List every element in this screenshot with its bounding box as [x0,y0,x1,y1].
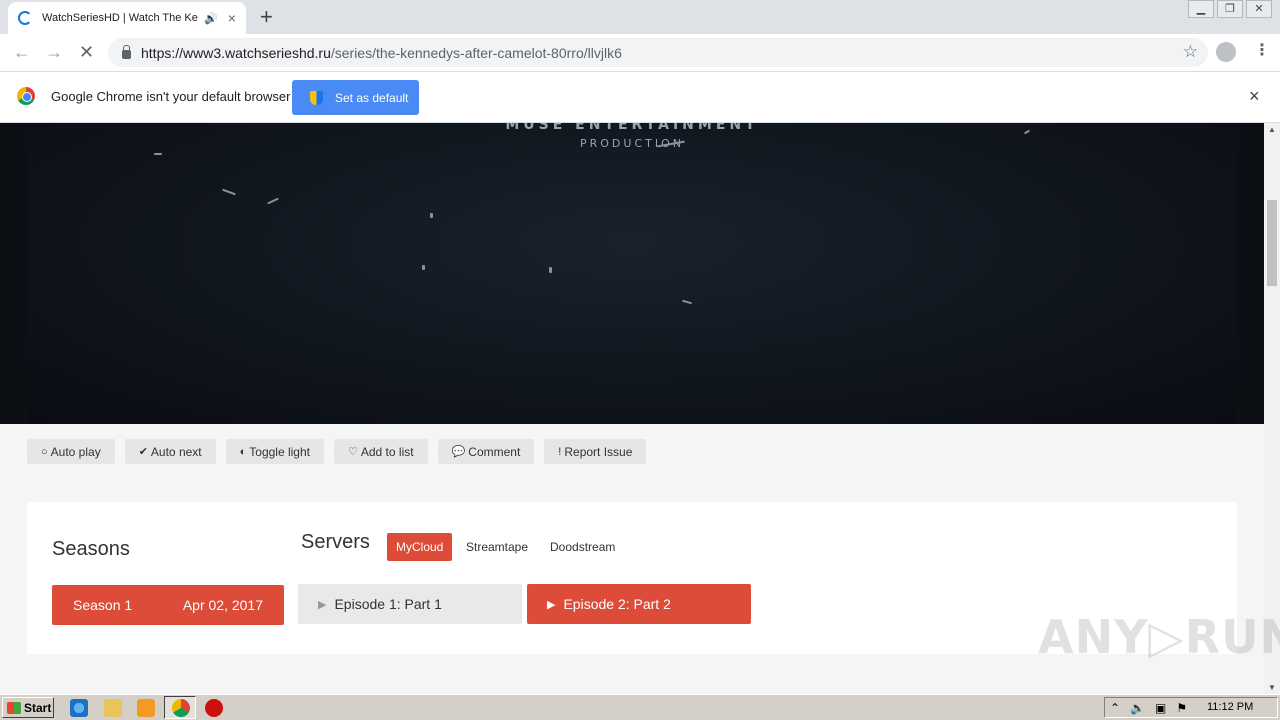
report-issue-label: Report Issue [564,444,633,459]
player-controls: ○ Auto play ✔ Auto next ◐ Toggle light ♡ Add… [27,439,656,464]
default-browser-infobar: Google Chrome isn't your default browser… [0,72,1280,123]
auto-play-button[interactable]: ○ Auto play [27,439,115,464]
back-icon[interactable]: ← [13,42,31,63]
comment-icon: 💬 [451,446,466,458]
start-button[interactable]: Start [2,697,54,718]
video-frame[interactable]: MUSE ENTERTAINMENT PRODUCTION [27,123,1237,424]
video-speck [154,153,162,155]
video-speck [222,188,236,196]
windows-logo-icon [7,701,21,714]
scroll-up-icon[interactable]: ▲ [1268,125,1276,134]
exclamation-circle-icon: ! [558,445,562,458]
speaker-icon[interactable]: 🔊 [204,12,218,25]
stop-sign-icon[interactable] [205,699,223,717]
volume-icon[interactable]: 🔈 [1130,701,1145,715]
internet-explorer-icon[interactable] [70,699,88,717]
video-speck [267,197,279,205]
tray-expand-icon[interactable]: ⌃ [1110,701,1120,715]
report-issue-button[interactable]: ! Report Issue [544,439,647,464]
video-speck [430,213,433,218]
half-circle-icon: ◐ [239,445,247,458]
media-player-icon[interactable] [137,699,155,717]
episode-1-button[interactable]: ▶ Episode 1: Part 1 [298,584,522,624]
server-mycloud[interactable]: MyCloud [387,533,453,561]
address-bar[interactable]: https://www3.watchserieshd.ru/series/the… [108,38,1208,67]
season-label: Season 1 [73,597,133,613]
video-speck [422,265,425,270]
episode-2-label: Episode 2: Part 2 [563,596,671,612]
minimize-button[interactable]: ▁ [1188,0,1214,18]
restore-button[interactable]: ❐ [1217,0,1243,18]
system-tray: ⌃ 🔈 ▣ ⚑ 11:12 PM [1104,697,1278,718]
season-1-button[interactable]: Season 1 Apr 02, 2017 [52,585,284,625]
set-as-default-label: Set as default [335,90,409,105]
video-speck [549,267,552,273]
lock-icon[interactable] [122,44,131,59]
auto-play-label: Auto play [50,444,101,459]
seasons-title: Seasons [52,538,130,560]
bookmark-star-icon[interactable]: ☆ [1183,42,1198,62]
auto-next-label: Auto next [150,444,202,459]
comment-button[interactable]: 💬 Comment [437,439,535,464]
flag-icon[interactable]: ⚑ [1176,701,1187,715]
anyrun-watermark: ANY▷RUN [1038,610,1280,664]
toggle-light-button[interactable]: ◐ Toggle light [225,439,324,464]
scroll-down-icon[interactable]: ▼ [1268,683,1276,692]
heart-icon: ♡ [348,446,358,458]
video-logo-line1: MUSE ENTERTAINMENT [505,123,759,133]
scroll-thumb[interactable] [1267,200,1277,286]
comment-label: Comment [468,444,521,459]
window-controls: ▁ ❐ ✕ [1185,0,1272,18]
profile-avatar-icon[interactable] [1216,42,1236,62]
video-player[interactable]: MUSE ENTERTAINMENT PRODUCTION [0,123,1264,424]
tab-strip: WatchSeriesHD | Watch The Ke 🔊 × + ▁ ❐ ✕ [0,0,1280,34]
browser-tab[interactable]: WatchSeriesHD | Watch The Ke 🔊 × [8,2,246,34]
url-host: https://www3.watchserieshd.ru [141,44,331,61]
chrome-logo-icon [17,87,35,105]
stop-loading-icon[interactable]: ✕ [79,42,94,63]
circle-icon: ○ [41,445,48,458]
start-label: Start [24,700,52,715]
server-streamtape[interactable]: Streamtape [457,533,537,561]
new-tab-button[interactable]: + [260,4,273,30]
infobar-message: Google Chrome isn't your default browser [51,89,291,104]
page-content: MUSE ENTERTAINMENT PRODUCTION ○ Auto play… [0,123,1264,694]
season-date: Apr 02, 2017 [182,597,263,613]
windows-taskbar: Start ⌃ 🔈 ▣ ⚑ 11:12 PM [0,694,1280,720]
infobar-close-button[interactable]: × [1249,86,1260,107]
servers-title: Servers [301,531,370,553]
shield-icon [310,90,323,105]
network-icon[interactable]: ▣ [1155,701,1166,715]
browser-toolbar: ← → ✕ https://www3.watchserieshd.ru/seri… [0,34,1280,72]
tab-title: WatchSeriesHD | Watch The Ke [42,12,198,24]
chrome-icon [172,699,190,717]
loading-spinner-icon [18,11,32,25]
folder-icon[interactable] [104,699,122,717]
menu-dots-icon[interactable]: ⋮ [1254,40,1270,60]
forward-icon[interactable]: → [45,42,63,63]
check-circle-icon: ✔ [138,446,148,458]
video-logo-line2: PRODUCTION [580,137,684,150]
set-as-default-button[interactable]: Set as default [292,80,419,115]
episode-2-button[interactable]: ▶ Episode 2: Part 2 [527,584,751,624]
clock[interactable]: 11:12 PM [1207,701,1253,713]
auto-next-button[interactable]: ✔ Auto next [124,439,216,464]
chrome-taskbar-button[interactable] [164,696,196,719]
tab-close-button[interactable]: × [228,10,236,26]
close-window-button[interactable]: ✕ [1246,0,1272,18]
play-icon: ▶ [547,598,556,611]
page-scrollbar[interactable]: ▲ ▼ [1264,123,1280,694]
add-to-list-button[interactable]: ♡ Add to list [334,439,428,464]
video-speck [681,299,693,305]
play-icon: ▶ [318,598,327,611]
toggle-light-label: Toggle light [249,444,310,459]
server-doodstream[interactable]: Doodstream [541,533,624,561]
episode-1-label: Episode 1: Part 1 [334,596,442,612]
url-path: /series/the-kennedys-after-camelot-80rro… [330,44,622,61]
add-to-list-label: Add to list [360,444,414,459]
